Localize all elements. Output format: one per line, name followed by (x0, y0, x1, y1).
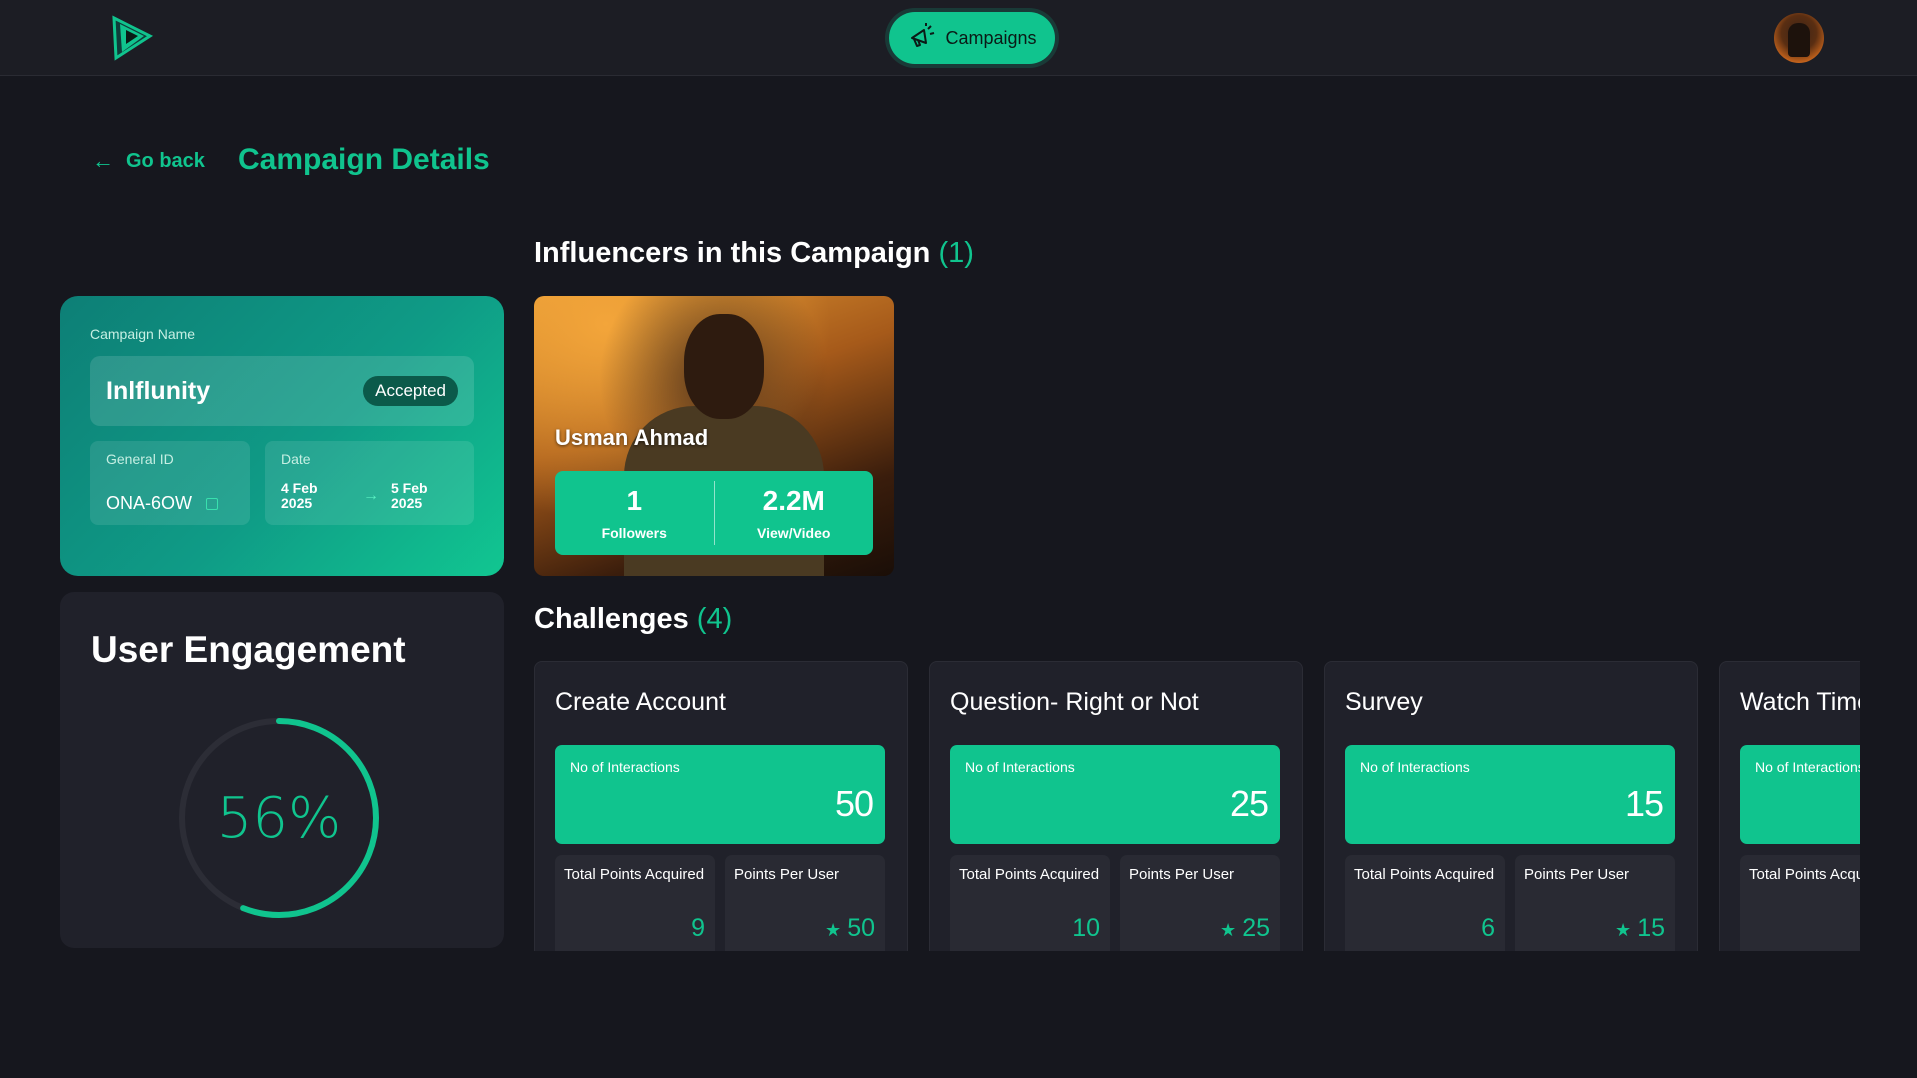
general-id-value: ONA-6OW (106, 493, 193, 513)
challenge-title: Survey (1345, 688, 1423, 716)
total-points-label: Total Points Acquired (959, 866, 1100, 883)
challenge-title: Watch Time (1740, 688, 1860, 716)
interactions-label: No of Interactions (570, 759, 680, 775)
total-points-value: 6 (1481, 914, 1495, 942)
views-value: 2.2M (762, 485, 825, 516)
total-points-box: Total Points Acquired 6 (1345, 855, 1505, 951)
interactions-value: 50 (834, 783, 874, 824)
points-per-user-label: Points Per User (734, 866, 840, 883)
engagement-title: User Engagement (91, 629, 406, 670)
campaign-name: Inlflunity (106, 377, 211, 405)
total-points-label: Total Points Acquired (564, 866, 705, 883)
campaigns-button[interactable]: Campaigns (889, 12, 1055, 64)
challenges-scroller[interactable]: Create Account No of Interactions 50 Tot… (534, 661, 1860, 951)
page-title: Campaign Details (238, 143, 490, 176)
interactions-box: No of Interactions (1740, 745, 1860, 844)
influencer-photo-head (684, 314, 764, 419)
campaigns-button-label: Campaigns (945, 27, 1037, 48)
points-per-user-box: Points Per User ★ 50 (725, 855, 885, 951)
followers-value: 1 (626, 485, 643, 516)
points-per-user-value: 50 (847, 914, 875, 942)
end-date: 5 Feb 2025 (391, 480, 428, 511)
followers-stat: 1 Followers (555, 471, 714, 555)
challenge-card[interactable]: Question- Right or Not No of Interaction… (929, 661, 1303, 951)
user-engagement-card: User Engagement 56% (60, 592, 504, 948)
interactions-box: No of Interactions 25 (950, 745, 1280, 844)
date-box: Date 4 Feb 2025 → 5 Feb 2025 (265, 441, 474, 525)
interactions-box: No of Interactions 50 (555, 745, 885, 844)
total-points-label: Total Points Acquired (1749, 866, 1860, 883)
interactions-value: 25 (1229, 783, 1269, 824)
go-back-link[interactable]: ← Go back (92, 148, 205, 174)
views-stat: 2.2M View/Video (713, 481, 874, 545)
status-badge: Accepted (363, 376, 458, 406)
campaign-name-box: Inlflunity Accepted (90, 356, 474, 426)
influencers-title: Influencers in this Campaign (534, 237, 931, 269)
app-logo-icon[interactable] (106, 12, 158, 64)
influencer-stats: 1 Followers 2.2M View/Video (555, 471, 873, 555)
challenges-heading: Challenges (4) (534, 603, 732, 636)
user-avatar[interactable] (1774, 13, 1824, 63)
followers-label: Followers (601, 525, 667, 541)
total-points-box: Total Points Acquired 9 (555, 855, 715, 951)
campaign-name-label: Campaign Name (90, 326, 196, 342)
go-back-label: Go back (126, 149, 205, 172)
interactions-label: No of Interactions (1360, 759, 1470, 775)
total-points-value: 10 (1072, 914, 1100, 942)
interactions-value: 15 (1624, 783, 1664, 824)
date-label: Date (281, 451, 311, 467)
total-points-box: Total Points Acquired (1740, 855, 1860, 951)
star-icon: ★ (825, 920, 842, 940)
challenge-card[interactable]: Create Account No of Interactions 50 Tot… (534, 661, 908, 951)
points-per-user-label: Points Per User (1129, 866, 1235, 883)
star-icon: ★ (1615, 920, 1632, 940)
engagement-percent: 56% (216, 785, 342, 851)
challenges-title: Challenges (534, 603, 689, 635)
challenge-title: Create Account (555, 688, 726, 716)
interactions-label: No of Interactions (965, 759, 1075, 775)
general-id-box: General ID ONA-6OW (90, 441, 250, 525)
arrow-right-icon: → (363, 487, 379, 504)
influencer-name: Usman Ahmad (555, 425, 709, 450)
challenge-card[interactable]: Survey No of Interactions 15 Total Point… (1324, 661, 1698, 951)
challenges-count: (4) (696, 603, 733, 635)
challenge-title: Question- Right or Not (950, 688, 1199, 716)
interactions-label: No of Interactions (1755, 759, 1860, 775)
points-per-user-box: Points Per User ★ 15 (1515, 855, 1675, 951)
influencer-card[interactable]: Usman Ahmad 1 Followers 2.2M View/Video (534, 296, 894, 576)
top-navbar: Campaigns (0, 0, 1917, 76)
total-points-label: Total Points Acquired (1354, 866, 1495, 883)
start-date: 4 Feb 2025 (281, 480, 318, 511)
general-id-label: General ID (106, 451, 174, 467)
points-per-user-label: Points Per User (1524, 866, 1630, 883)
arrow-left-icon: ← (92, 148, 114, 173)
copy-icon[interactable] (206, 497, 219, 510)
points-per-user-box: Points Per User ★ 25 (1120, 855, 1280, 951)
total-points-box: Total Points Acquired 10 (950, 855, 1110, 951)
views-label: View/Video (757, 525, 831, 541)
interactions-box: No of Interactions 15 (1345, 745, 1675, 844)
influencers-count: (1) (938, 237, 974, 269)
campaign-info-card: Campaign Name Inlflunity Accepted Genera… (60, 296, 504, 576)
megaphone-icon (907, 21, 937, 56)
challenge-card[interactable]: Watch Time No of Interactions Total Poin… (1719, 661, 1860, 951)
total-points-value: 9 (691, 914, 705, 942)
points-per-user-value: 15 (1637, 914, 1665, 942)
star-icon: ★ (1220, 920, 1237, 940)
influencers-heading: Influencers in this Campaign (1) (534, 237, 974, 270)
points-per-user-value: 25 (1242, 914, 1270, 942)
